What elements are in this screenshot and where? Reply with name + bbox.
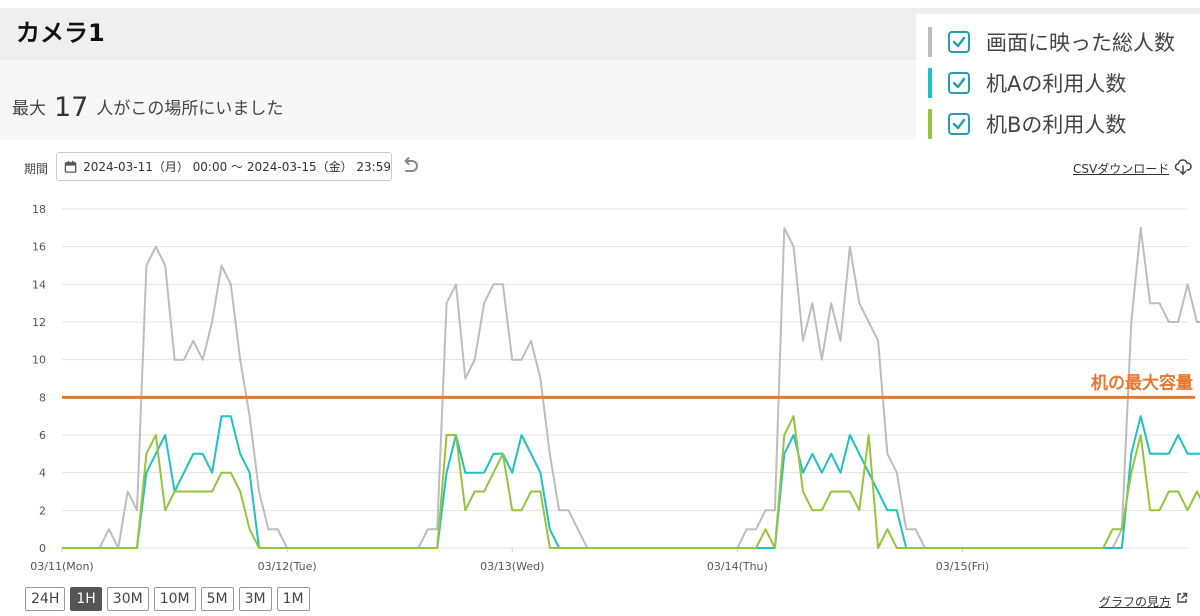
check-icon — [952, 36, 966, 48]
series-line-1 — [62, 415, 1200, 549]
max-people-summary: 最大 17 人がこの場所にいました — [12, 92, 283, 123]
check-icon — [952, 77, 966, 89]
cloud-download-icon[interactable] — [1174, 158, 1192, 176]
period-label: 期間 — [24, 162, 49, 176]
legend-swatch-desk-a — [928, 68, 932, 98]
calendar-icon — [64, 160, 77, 173]
capacity-threshold-label: 机の最大容量 — [1091, 372, 1193, 393]
range-button-30m[interactable]: 30M — [106, 587, 149, 611]
reset-icon[interactable] — [400, 156, 420, 176]
time-range-buttons: 24H 1H 30M 10M 5M 3M 1M — [25, 587, 310, 611]
csv-download-link[interactable]: CSVダウンロード — [1073, 160, 1169, 177]
x-tick-label: 03/15(Fri) — [936, 560, 989, 573]
y-tick-label: 2 — [39, 504, 46, 517]
y-tick-label: 14 — [32, 278, 46, 291]
y-tick-label: 8 — [39, 391, 46, 404]
legend-item-total[interactable]: 画面に映った総人数 — [916, 22, 1175, 62]
series-line-0 — [62, 226, 1200, 549]
x-tick-label: 03/11(Mon) — [30, 560, 93, 573]
x-tick-label: 03/12(Tue) — [258, 560, 317, 573]
y-tick-label: 18 — [32, 203, 46, 216]
y-tick-label: 12 — [32, 316, 46, 329]
legend-item-desk-b[interactable]: 机Bの利用人数 — [916, 104, 1126, 144]
summary-prefix: 最大 — [12, 99, 46, 119]
y-tick-label: 16 — [32, 241, 46, 254]
legend-swatch-total — [928, 27, 932, 57]
date-range-picker[interactable]: 2024-03-11（月） 00:00 〜 2024-03-15（金） 23:5… — [56, 152, 392, 181]
legend-checkbox-total[interactable] — [948, 31, 970, 53]
range-button-1m[interactable]: 1M — [276, 587, 310, 611]
range-button-3m[interactable]: 3M — [238, 587, 272, 611]
date-range-text: 2024-03-11（月） 00:00 〜 2024-03-15（金） 23:5… — [83, 160, 391, 174]
y-tick-label: 6 — [39, 429, 46, 442]
legend-checkbox-desk-a[interactable] — [948, 72, 970, 94]
series-line-2 — [62, 415, 1200, 549]
y-tick-label: 4 — [39, 467, 46, 480]
legend-label-desk-b: 机Bの利用人数 — [986, 113, 1127, 137]
legend-swatch-desk-b — [928, 109, 932, 139]
legend-item-desk-a[interactable]: 机Aの利用人数 — [916, 63, 1126, 103]
max-people-value: 17 — [54, 92, 89, 123]
check-icon — [952, 118, 966, 130]
external-link-icon[interactable] — [1176, 592, 1188, 604]
x-tick-label: 03/13(Wed) — [480, 560, 544, 573]
range-button-5m[interactable]: 5M — [200, 587, 234, 611]
y-tick-label: 0 — [39, 542, 46, 555]
summary-suffix: 人がこの場所にいました — [96, 99, 284, 119]
x-tick-label: 03/14(Thu) — [707, 560, 768, 573]
range-button-24h[interactable]: 24H — [25, 587, 66, 611]
series-legend: 画面に映った総人数 机Aの利用人数 机Bの利用人数 — [916, 14, 1200, 142]
range-button-10m[interactable]: 10M — [153, 587, 196, 611]
graph-help-link[interactable]: グラフの見方 — [1099, 593, 1171, 610]
legend-label-total: 画面に映った総人数 — [986, 31, 1175, 55]
y-tick-label: 10 — [32, 354, 46, 367]
legend-label-desk-a: 机Aの利用人数 — [986, 72, 1127, 96]
camera-title: カメラ1 — [16, 19, 105, 47]
occupancy-line-chart: 0 2 4 6 8 10 12 14 16 18 03/11(Mon) 03/12(Tue) 03/13… — [30, 203, 1200, 573]
range-button-1h[interactable]: 1H — [70, 587, 102, 611]
legend-checkbox-desk-b[interactable] — [948, 113, 970, 135]
